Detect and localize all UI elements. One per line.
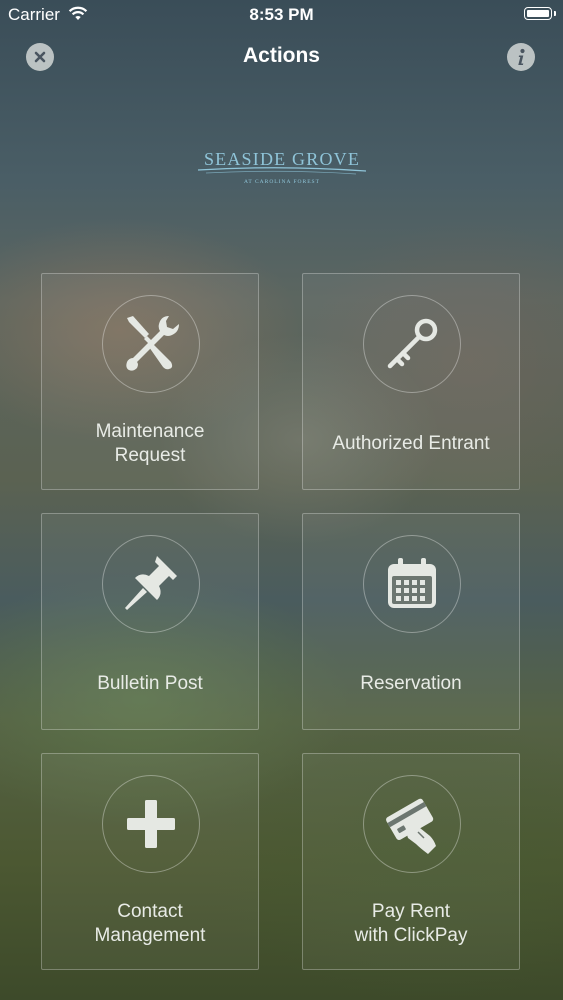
info-icon [518,48,525,65]
contact-management-tile[interactable]: Contact Management [41,753,259,970]
key-icon [387,318,438,369]
tools-icon [126,316,179,371]
tile-label: Maintenance Request [95,421,205,466]
battery-icon [524,7,556,20]
community-logo: SEASIDE GROVE AT CAROLINA FOREST [196,143,368,188]
logo-tagline: AT CAROLINA FOREST [244,179,320,185]
authorized-entrant-tile[interactable]: Authorized Entrant [302,273,520,490]
tile-label: Contact Management [94,901,206,946]
status-time: 8:53 PM [249,5,314,24]
navigation-bar: Actions [0,30,563,86]
icon-ring [102,775,200,873]
icon-ring [363,295,461,393]
reservation-tile[interactable]: Reservation [302,513,520,730]
credit-card-icon [386,798,436,854]
plus-icon [127,800,175,848]
tile-label: Authorized Entrant [332,433,490,454]
info-button[interactable] [507,43,535,71]
icon-ring [102,295,200,393]
bulletin-post-tile[interactable]: Bulletin Post [41,513,259,730]
status-bar: Carrier 8:53 PM [0,0,563,30]
page-title: Actions [242,44,320,67]
pay-rent-tile[interactable]: Pay Rent with ClickPay [302,753,520,970]
logo-name: SEASIDE GROVE [204,149,360,169]
pushpin-icon [125,556,177,610]
tile-label: Pay Rent with ClickPay [354,901,468,946]
calendar-icon [388,558,436,608]
screen: Carrier 8:53 PM Actions SEASIDE GROVE AT… [0,0,563,1000]
tile-label: Bulletin Post [97,673,203,694]
tile-label: Reservation [360,673,462,694]
icon-ring [363,775,461,873]
icon-ring [102,535,200,633]
maintenance-request-tile[interactable]: Maintenance Request [41,273,259,490]
icon-ring [363,535,461,633]
